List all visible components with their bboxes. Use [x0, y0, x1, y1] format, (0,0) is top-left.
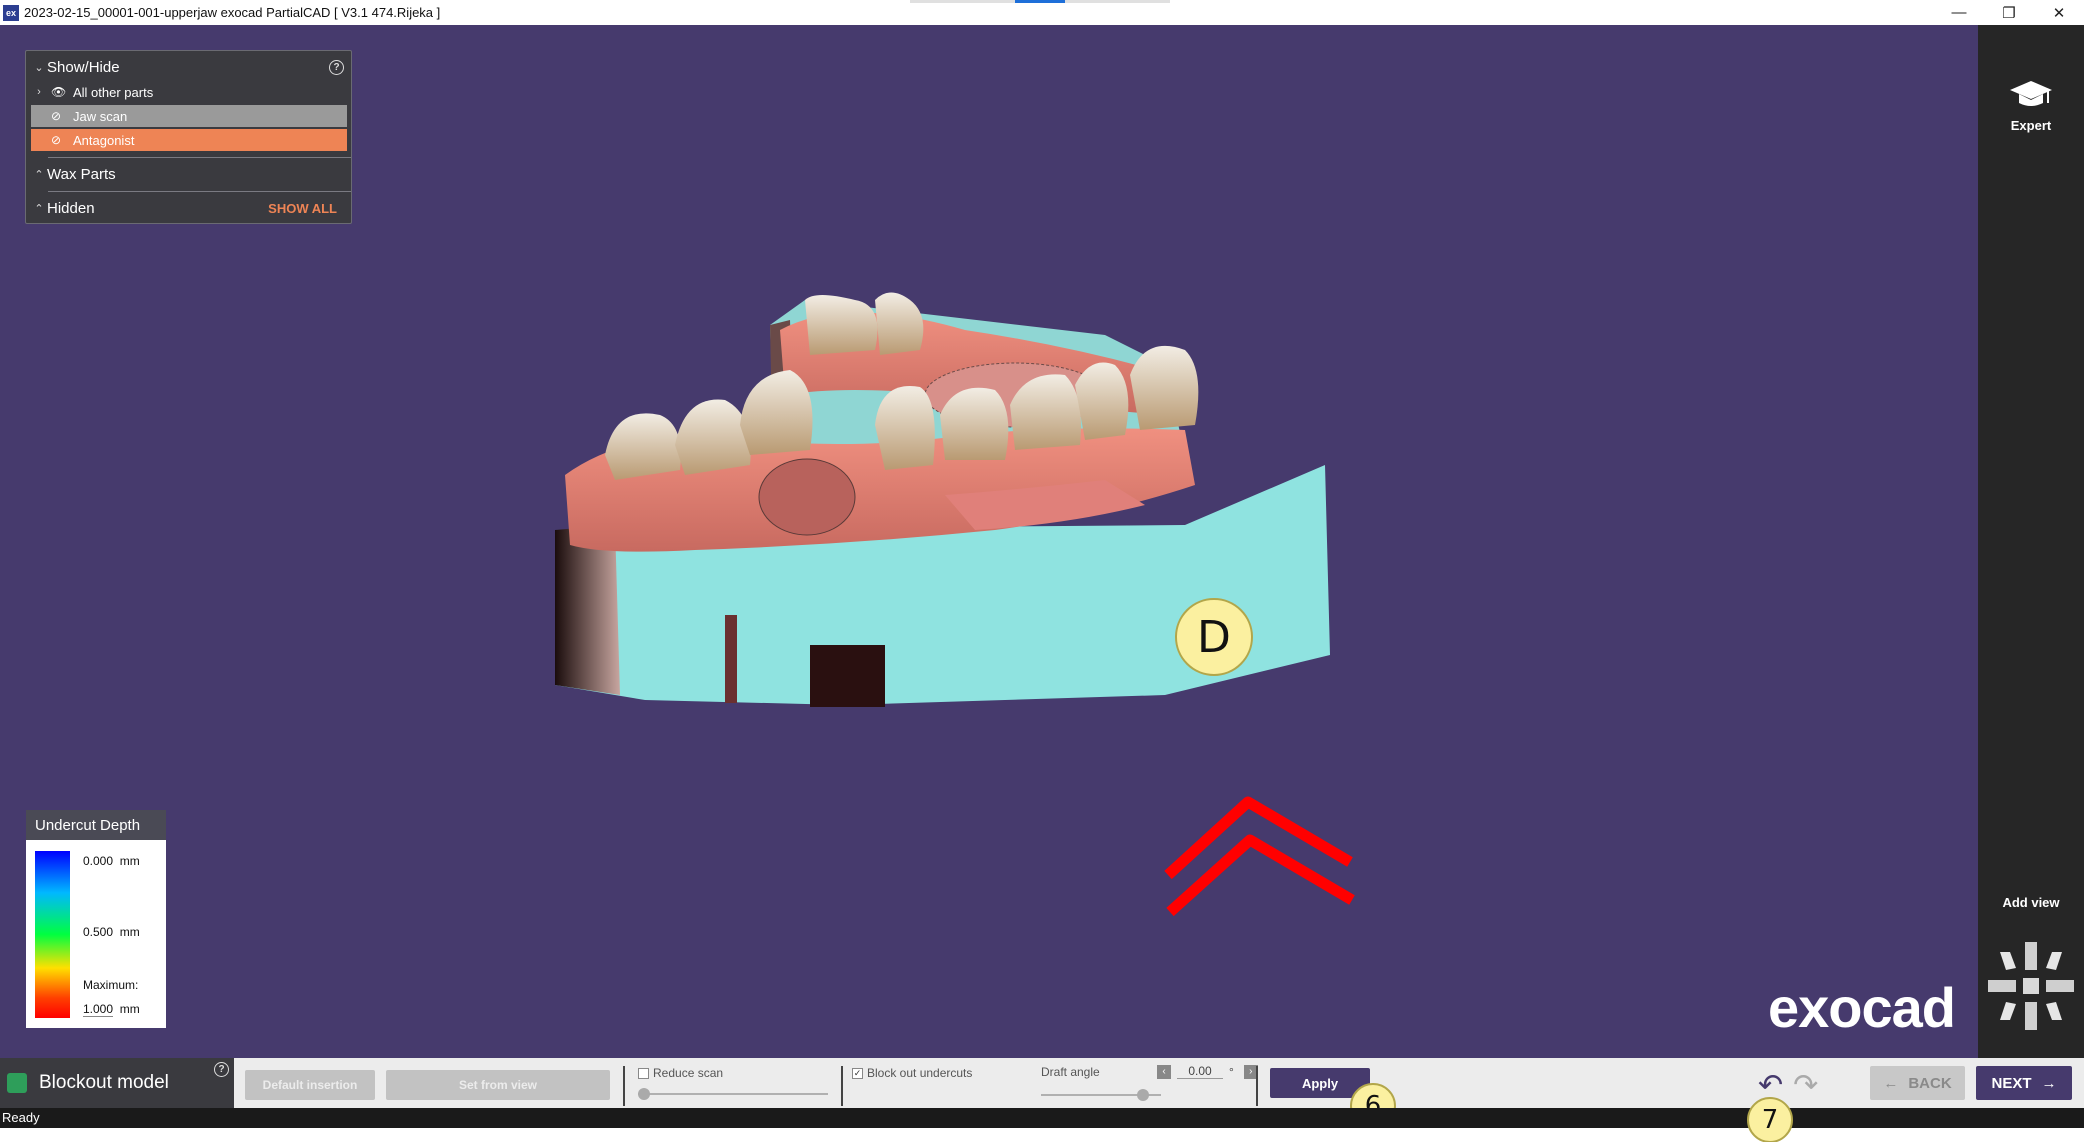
wax-parts-title: Wax Parts [47, 165, 116, 183]
help-icon[interactable]: ? [329, 60, 344, 75]
default-insertion-button[interactable]: Default insertion [245, 1070, 375, 1100]
next-button[interactable]: NEXT → [1976, 1066, 2072, 1100]
legend-mid: 0.500 mm [83, 925, 140, 939]
tool-icon [7, 1073, 27, 1093]
expert-mode-button[interactable]: Expert [1978, 77, 2084, 133]
arrow-left-icon: ← [1883, 1074, 1899, 1092]
checkbox-box[interactable]: ✓ [852, 1067, 863, 1079]
decrement-icon[interactable]: ‹ [1157, 1064, 1171, 1079]
legend-min: 0.000 mm [83, 854, 140, 868]
tool-name: Blockout model [39, 1072, 169, 1093]
color-scale [35, 851, 70, 1018]
eye-hidden-icon[interactable]: ⊘ [51, 109, 73, 123]
expert-label: Expert [2010, 118, 2052, 133]
item-label: Antagonist [73, 132, 135, 148]
title-progress-strip [910, 0, 1170, 3]
show-hide-title: Show/Hide [47, 58, 120, 76]
app-icon: ex [3, 4, 19, 21]
chevron-up-icon: ⌃ [34, 168, 44, 181]
legend-max[interactable]: 1.000 mm [83, 1002, 140, 1017]
arrow-right-icon: → [2041, 1074, 2057, 1092]
draft-angle-unit: ° [1229, 1064, 1234, 1079]
next-label: NEXT [1991, 1074, 2032, 1092]
reduce-scan-checkbox[interactable]: Reduce scan [638, 1066, 723, 1080]
block-out-undercuts-checkbox[interactable]: ✓ Block out undercuts [852, 1066, 972, 1080]
annotation-marker-7: 7 [1747, 1097, 1793, 1142]
draft-angle-value[interactable]: 0.00 [1177, 1064, 1223, 1079]
title-bar: ex 2023-02-15_00001-001-upperjaw exocad … [0, 0, 2084, 25]
redo-icon[interactable]: ↷ [1793, 1068, 1818, 1103]
eye-icon[interactable]: 👁 [51, 85, 73, 99]
back-button[interactable]: ← BACK [1870, 1066, 1965, 1100]
undercut-depth-legend: Undercut Depth 0.000 mm 0.500 mm Maximum… [26, 810, 166, 1028]
legend-title: Undercut Depth [26, 810, 166, 840]
checkbox-box[interactable] [638, 1067, 649, 1079]
chevron-up-icon: ⌃ [34, 202, 44, 215]
hidden-header[interactable]: ⌃ Hidden SHOW ALL [31, 197, 347, 219]
set-from-view-button[interactable]: Set from view [386, 1070, 610, 1100]
double-chevron-up-icon [1164, 796, 1355, 917]
wax-parts-header[interactable]: ⌃ Wax Parts [31, 163, 347, 185]
draft-angle-slider[interactable] [1041, 1089, 1161, 1101]
slider-knob[interactable] [638, 1088, 650, 1100]
divider [48, 157, 351, 158]
draft-angle-stepper[interactable]: ‹ 0.00 ° › [1157, 1064, 1258, 1079]
separator [1256, 1066, 1258, 1106]
restore-button[interactable]: ❐ [1984, 0, 2034, 25]
close-button[interactable]: ✕ [2034, 0, 2084, 25]
help-icon[interactable]: ? [214, 1062, 229, 1077]
divider [48, 191, 351, 192]
tool-name-panel: Blockout model ? [0, 1058, 234, 1108]
show-hide-header[interactable]: ⌄ Show/Hide [31, 56, 347, 78]
separator [623, 1066, 625, 1106]
right-sidebar: Expert Add view [1978, 25, 2084, 1058]
annotation-marker-d: D [1175, 598, 1253, 676]
add-view-label[interactable]: Add view [1978, 895, 2084, 910]
show-hide-panel: ⌄ Show/Hide ? › 👁 All other parts ⊘ Jaw … [25, 50, 352, 224]
draft-angle-label: Draft angle [1041, 1065, 1100, 1079]
minimize-button[interactable]: — [1934, 0, 1984, 25]
show-all-link[interactable]: SHOW ALL [268, 201, 337, 216]
separator [841, 1066, 843, 1106]
chevron-down-icon: ⌄ [34, 61, 44, 74]
show-hide-item-all-other-parts[interactable]: › 👁 All other parts [31, 81, 347, 103]
window-title: 2023-02-15_00001-001-upperjaw exocad Par… [24, 5, 441, 20]
graduation-cap-icon [2010, 81, 2052, 106]
slider-knob[interactable] [1137, 1089, 1149, 1101]
show-hide-item-jaw-scan[interactable]: ⊘ Jaw scan [31, 105, 347, 127]
legend-maximum-label: Maximum: [83, 978, 139, 992]
block-out-undercuts-label: Block out undercuts [867, 1066, 973, 1080]
item-label: Jaw scan [73, 108, 128, 124]
eye-hidden-icon[interactable]: ⊘ [51, 133, 73, 147]
back-label: BACK [1908, 1074, 1952, 1092]
exocad-logo: exocad [1768, 976, 1956, 1039]
chevron-right-icon[interactable]: › [31, 86, 47, 98]
hidden-title: Hidden [47, 199, 95, 217]
view-cube-icon[interactable] [1986, 940, 2076, 1032]
reduce-scan-label: Reduce scan [653, 1066, 724, 1080]
show-hide-item-antagonist[interactable]: ⊘ Antagonist [31, 129, 347, 151]
reduce-scan-slider[interactable] [638, 1088, 828, 1100]
item-label: All other parts [73, 84, 154, 100]
